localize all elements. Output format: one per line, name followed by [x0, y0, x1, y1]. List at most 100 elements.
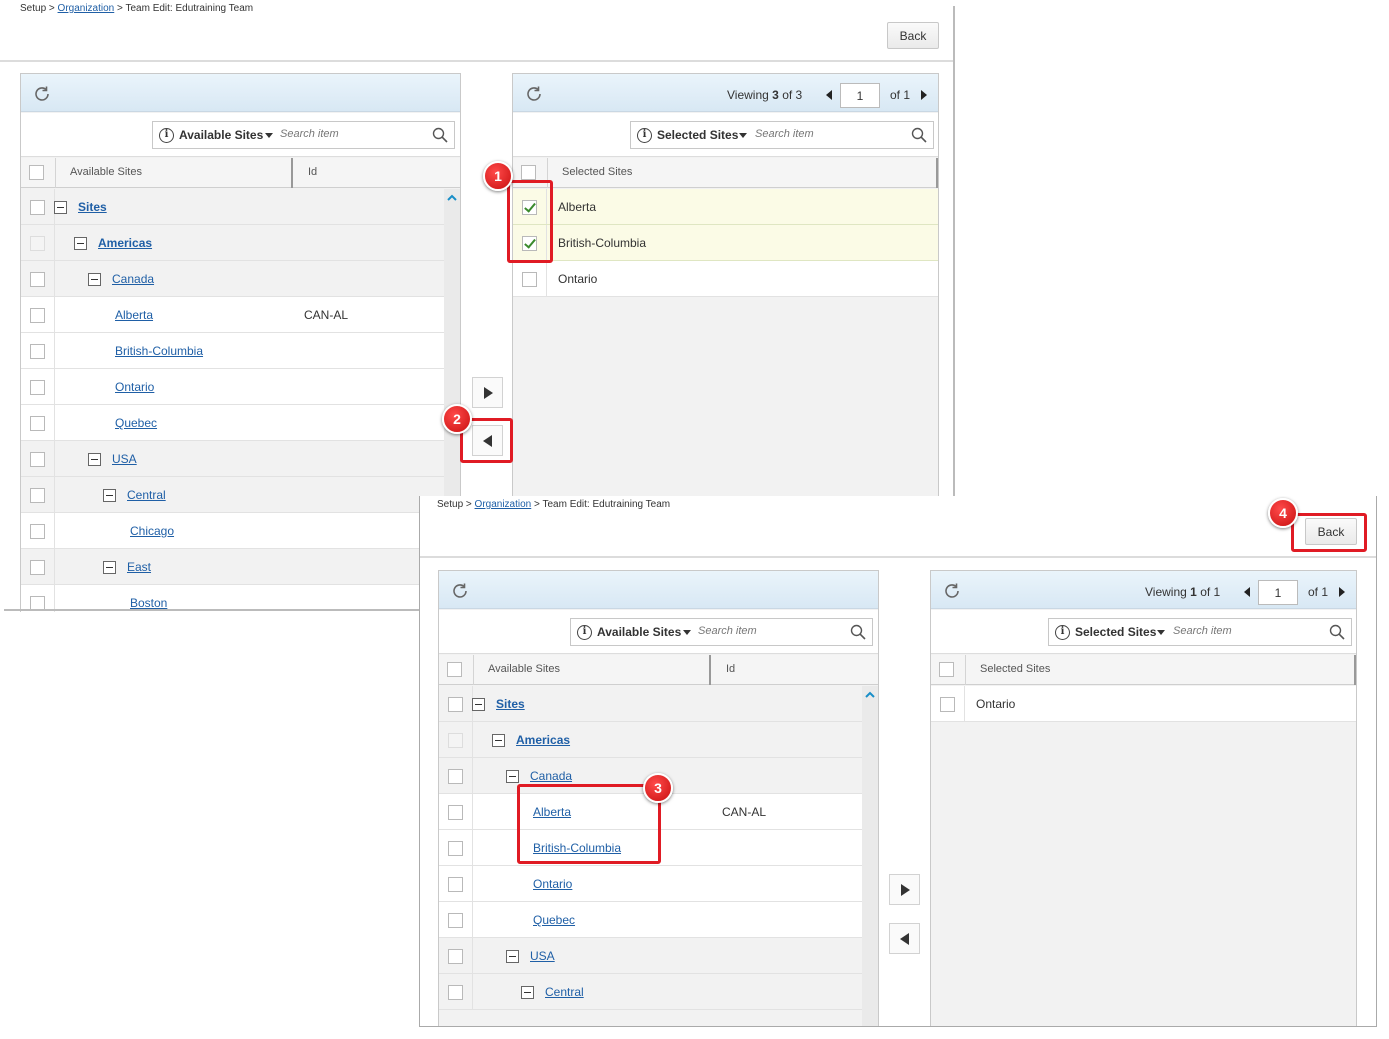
refresh-icon[interactable]: [33, 85, 51, 103]
tree-node-link[interactable]: Canada: [530, 769, 572, 783]
available-sites-dropdown[interactable]: Available Sites: [179, 128, 263, 142]
previous-page-icon[interactable]: [826, 90, 832, 100]
tree-row-usa[interactable]: USA: [439, 938, 862, 974]
search-icon[interactable]: [850, 624, 866, 640]
select-all-checkbox[interactable]: [939, 662, 954, 677]
checkbox[interactable]: [30, 200, 45, 215]
tree-node-link[interactable]: Quebec: [533, 913, 575, 927]
checkbox[interactable]: [522, 272, 537, 287]
tree-node-link[interactable]: Central: [127, 488, 166, 502]
checkbox[interactable]: [448, 949, 463, 964]
selected-search-box[interactable]: i Selected Sites Search item: [1048, 618, 1352, 646]
tree-row-sites[interactable]: Sites: [439, 686, 862, 722]
available-search-box[interactable]: i Available Sites Search item: [152, 121, 455, 149]
collapse-icon[interactable]: [472, 698, 485, 711]
tree-row-chicago[interactable]: Chicago: [21, 513, 444, 549]
checkbox[interactable]: [448, 913, 463, 928]
column-resize-handle[interactable]: [1354, 655, 1356, 685]
tree-node-link[interactable]: Americas: [516, 733, 570, 747]
collapse-icon[interactable]: [492, 734, 505, 747]
search-icon[interactable]: [911, 127, 927, 143]
collapse-icon[interactable]: [506, 770, 519, 783]
selected-sites-dropdown[interactable]: Selected Sites: [657, 128, 738, 142]
checkbox[interactable]: [30, 560, 45, 575]
tree-row-boston[interactable]: Boston: [21, 585, 444, 612]
tree-row-americas[interactable]: Americas: [21, 225, 444, 261]
collapse-icon[interactable]: [521, 986, 534, 999]
search-input[interactable]: Search item: [755, 128, 814, 140]
select-all-checkbox[interactable]: [447, 662, 462, 677]
selected-row-british-columbia[interactable]: British-Columbia: [513, 225, 938, 261]
selected-row-ontario[interactable]: Ontario: [931, 686, 1356, 722]
collapse-icon[interactable]: [54, 201, 67, 214]
info-icon[interactable]: i: [1055, 625, 1070, 640]
tree-node-link[interactable]: Ontario: [115, 380, 154, 394]
tree-node-link[interactable]: East: [127, 560, 151, 574]
tree-row-central[interactable]: Central: [439, 974, 862, 1010]
next-page-icon[interactable]: [1339, 587, 1345, 597]
move-left-button[interactable]: [889, 923, 920, 954]
checkbox[interactable]: [30, 344, 45, 359]
select-all-checkbox[interactable]: [29, 165, 44, 180]
checkbox[interactable]: [30, 524, 45, 539]
collapse-icon[interactable]: [506, 950, 519, 963]
checkbox[interactable]: [30, 380, 45, 395]
column-available-sites[interactable]: Available Sites: [70, 166, 142, 178]
move-right-button[interactable]: [472, 377, 503, 408]
tree-row-quebec[interactable]: Quebec: [21, 405, 444, 441]
selected-row-ontario[interactable]: Ontario: [513, 261, 938, 297]
collapse-icon[interactable]: [74, 237, 87, 250]
column-resize-handle[interactable]: [291, 158, 293, 188]
tree-node-link[interactable]: Boston: [130, 596, 167, 610]
checkbox[interactable]: [448, 769, 463, 784]
column-resize-handle[interactable]: [709, 655, 711, 685]
tree-node-link[interactable]: Ontario: [533, 877, 572, 891]
chevron-up-icon[interactable]: [865, 690, 875, 700]
next-page-icon[interactable]: [921, 90, 927, 100]
tree-row-sites[interactable]: Sites: [21, 189, 444, 225]
info-icon[interactable]: i: [159, 128, 174, 143]
breadcrumb-organization-link[interactable]: Organization: [475, 499, 532, 510]
search-icon[interactable]: [432, 127, 448, 143]
refresh-icon[interactable]: [943, 582, 961, 600]
tree-row-usa[interactable]: USA: [21, 441, 444, 477]
checkbox[interactable]: [30, 416, 45, 431]
tree-node-link[interactable]: British-Columbia: [115, 344, 203, 358]
checkbox[interactable]: [30, 272, 45, 287]
search-input[interactable]: Search item: [280, 128, 339, 140]
scrollbar[interactable]: [862, 686, 878, 1026]
collapse-icon[interactable]: [88, 453, 101, 466]
column-id[interactable]: Id: [308, 166, 317, 178]
move-right-button[interactable]: [889, 874, 920, 905]
collapse-icon[interactable]: [103, 489, 116, 502]
search-icon[interactable]: [1329, 624, 1345, 640]
caret-down-icon[interactable]: [683, 630, 691, 635]
info-icon[interactable]: i: [637, 128, 652, 143]
tree-row-british-columbia[interactable]: British-Columbia: [21, 333, 444, 369]
selected-search-box[interactable]: i Selected Sites Search item: [630, 121, 934, 149]
tree-node-link[interactable]: Sites: [78, 200, 107, 214]
checkbox[interactable]: [30, 452, 45, 467]
selected-row-alberta[interactable]: Alberta: [513, 189, 938, 225]
checkbox[interactable]: [448, 697, 463, 712]
search-input[interactable]: Search item: [698, 625, 757, 637]
search-input[interactable]: Search item: [1173, 625, 1232, 637]
tree-node-link[interactable]: USA: [112, 452, 137, 466]
back-button[interactable]: Back: [887, 22, 939, 49]
page-number-input[interactable]: [1258, 580, 1298, 605]
caret-down-icon[interactable]: [1157, 630, 1165, 635]
checkbox[interactable]: [448, 877, 463, 892]
available-search-box[interactable]: i Available Sites Search item: [570, 618, 873, 646]
column-selected-sites[interactable]: Selected Sites: [562, 166, 632, 178]
available-sites-dropdown[interactable]: Available Sites: [597, 625, 681, 639]
checkbox[interactable]: [448, 841, 463, 856]
select-all-checkbox[interactable]: [521, 165, 536, 180]
tree-row-canada[interactable]: Canada: [21, 261, 444, 297]
collapse-icon[interactable]: [103, 561, 116, 574]
tree-node-link[interactable]: Americas: [98, 236, 152, 250]
caret-down-icon[interactable]: [739, 133, 747, 138]
chevron-up-icon[interactable]: [447, 193, 457, 203]
tree-node-link[interactable]: Sites: [496, 697, 525, 711]
tree-node-link[interactable]: Central: [545, 985, 584, 999]
column-id[interactable]: Id: [726, 663, 735, 675]
